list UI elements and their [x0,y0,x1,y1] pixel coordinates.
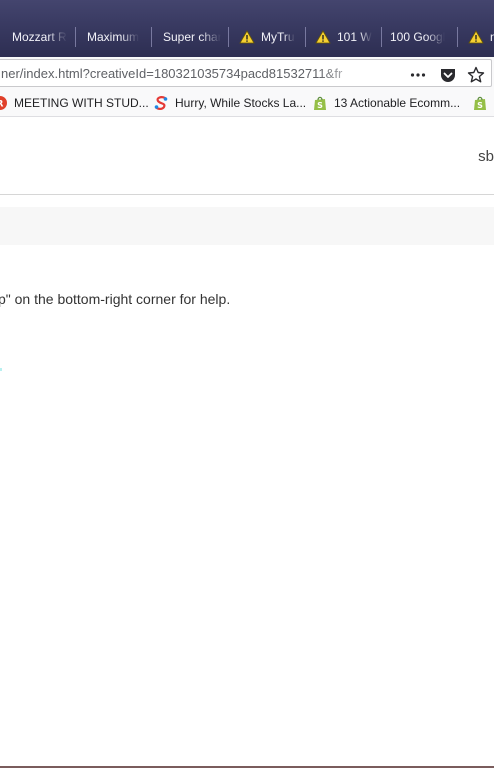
warning-icon [468,30,484,44]
ellipsis-icon[interactable] [409,66,427,84]
header-user-text[interactable]: sb [478,148,494,165]
header-divider [0,194,494,195]
tab-mytru[interactable]: MyTru [239,22,297,52]
tab-separator [228,27,229,47]
decorative-dot [0,368,2,371]
tab-label: 101 W [337,30,372,44]
colorful-s-icon [154,96,168,110]
bookmark-shopify[interactable]: S [472,95,494,111]
bookmark-actionable[interactable]: S 13 Actionable Ecomm... [312,95,460,111]
tab-super-char[interactable]: Super char [163,22,221,52]
tab-101[interactable]: 101 W [315,22,373,52]
bookmark-hurry[interactable]: Hurry, While Stocks La... [153,95,306,111]
tab-label: n [490,30,494,44]
bookmark-label: 13 Actionable Ecomm... [334,96,461,110]
warning-icon [315,30,331,44]
tab-label: 100 Googl [390,30,446,44]
tab-n[interactable]: n [468,22,494,52]
url-bar[interactable]: ner/index.html?creativeId=180321035734pa… [0,59,492,87]
tab-separator [75,27,76,47]
bookmarks-toolbar: R MEETING WITH STUD... Hurry, While Stoc… [0,89,494,117]
tab-label: Mozzart R [12,30,67,44]
tab-label: Super char [163,30,221,44]
tab-separator [151,27,152,47]
help-instruction-text: p" on the bottom-right corner for help. [0,291,230,307]
tab-separator [457,27,458,47]
browser-window: Mozzart R Maximum Super char MyTru 101 W… [0,0,494,768]
tab-separator [381,27,382,47]
url-text[interactable]: ner/index.html?creativeId=180321035734pa… [1,66,373,81]
bookmark-label: Hurry, While Stocks La... [175,96,307,110]
tab-maximum[interactable]: Maximum [87,22,143,52]
tab-mozzart[interactable]: Mozzart R [12,22,68,52]
tab-strip: Mozzart R Maximum Super char MyTru 101 W… [0,0,494,57]
bookmark-label: MEETING WITH STUD... [14,96,149,110]
tab-separator [305,27,306,47]
svg-text:S: S [317,101,323,110]
bookmark-star-icon[interactable] [467,66,485,84]
bookmark-meeting[interactable]: R MEETING WITH STUD... [0,95,149,111]
svg-text:S: S [477,101,483,110]
shopify-bag-icon: S [314,96,326,110]
warning-icon [239,30,255,44]
toolbar-band [0,207,494,245]
help-text: p" on the bottom-right corner for help. [0,291,231,307]
tab-label: MyTru [261,30,295,44]
shopify-bag-icon: S [474,96,486,110]
tab-label: Maximum [87,30,140,44]
navigation-bar: ner/index.html?creativeId=180321035734pa… [0,57,494,89]
tab-100-google[interactable]: 100 Googl [390,22,450,52]
red-circle-icon: R [0,96,7,110]
pocket-icon[interactable] [439,66,457,84]
svg-text:R: R [0,100,4,110]
